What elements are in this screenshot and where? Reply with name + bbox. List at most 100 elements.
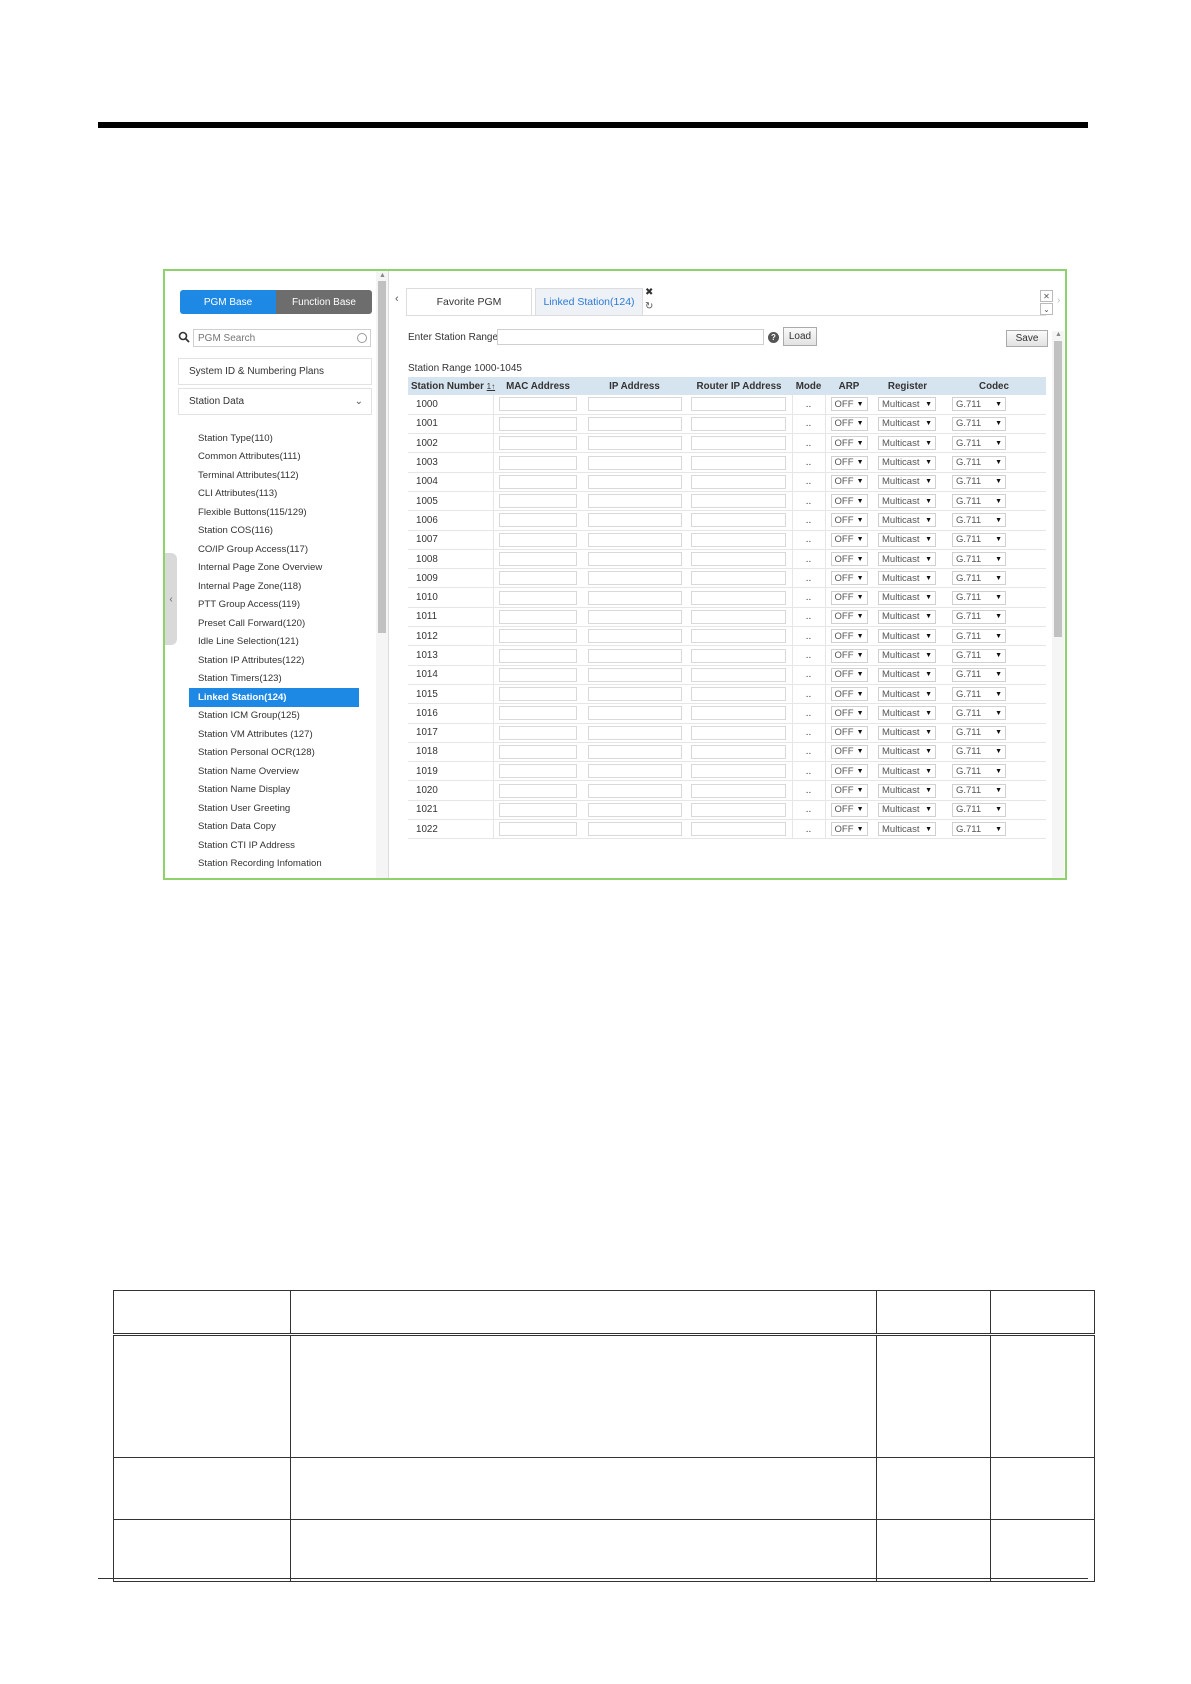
codec-select[interactable]: G.711 ▼ <box>952 416 1006 431</box>
mode-button[interactable]: .. <box>791 491 826 512</box>
ip-address-input[interactable] <box>587 552 682 567</box>
menu-system-id[interactable]: System ID & Numbering Plans <box>178 358 372 385</box>
codec-select[interactable]: G.711 ▼ <box>952 802 1006 817</box>
arp-select[interactable]: OFF ▼ <box>830 629 868 644</box>
mac-address-input[interactable] <box>499 802 578 817</box>
arp-select[interactable]: OFF ▼ <box>830 648 868 663</box>
codec-select[interactable]: G.711 ▼ <box>952 474 1006 489</box>
mac-address-input[interactable] <box>499 513 578 528</box>
sidebar-item[interactable]: Station Recording Infomation <box>181 855 377 874</box>
sidebar-item[interactable]: Station VM Attributes (127) <box>181 725 377 744</box>
codec-select[interactable]: G.711 ▼ <box>952 494 1006 509</box>
mode-button[interactable]: .. <box>791 703 826 724</box>
router-ip-address-input[interactable] <box>691 629 787 644</box>
sidebar-item[interactable]: Station COS(116) <box>181 522 377 541</box>
register-select[interactable]: Multicast ▼ <box>878 571 936 586</box>
mode-button[interactable]: .. <box>791 433 826 454</box>
arp-select[interactable]: OFF ▼ <box>830 416 868 431</box>
scroll-thumb[interactable] <box>378 281 386 633</box>
arp-select[interactable]: OFF ▼ <box>830 455 868 470</box>
codec-select[interactable]: G.711 ▼ <box>952 629 1006 644</box>
router-ip-address-input[interactable] <box>691 397 787 412</box>
sidebar-item[interactable]: Linked Station(124) <box>189 688 359 707</box>
arp-select[interactable]: OFF ▼ <box>830 552 868 567</box>
codec-select[interactable]: G.711 ▼ <box>952 397 1006 412</box>
arp-select[interactable]: OFF ▼ <box>830 590 868 605</box>
arp-select[interactable]: OFF ▼ <box>830 822 868 837</box>
codec-select[interactable]: G.711 ▼ <box>952 590 1006 605</box>
arp-select[interactable]: OFF ▼ <box>830 764 868 779</box>
ip-address-input[interactable] <box>587 474 682 489</box>
arp-select[interactable]: OFF ▼ <box>830 609 868 624</box>
sidebar-item[interactable]: Station Name Display <box>181 781 377 800</box>
mode-button[interactable]: .. <box>791 665 826 685</box>
sidebar-item[interactable]: Station CTI IP Address <box>181 836 377 855</box>
ip-address-input[interactable] <box>587 513 682 528</box>
tab-prev-icon[interactable]: ‹ <box>395 293 399 305</box>
ip-address-input[interactable] <box>587 822 682 837</box>
mode-button[interactable]: .. <box>791 723 826 743</box>
register-select[interactable]: Multicast ▼ <box>878 474 936 489</box>
router-ip-address-input[interactable] <box>691 783 787 798</box>
codec-select[interactable]: G.711 ▼ <box>952 764 1006 779</box>
ip-address-input[interactable] <box>587 725 682 740</box>
mac-address-input[interactable] <box>499 648 578 663</box>
codec-select[interactable]: G.711 ▼ <box>952 532 1006 547</box>
register-select[interactable]: Multicast ▼ <box>878 532 936 547</box>
mac-address-input[interactable] <box>499 744 578 759</box>
ip-address-input[interactable] <box>587 764 682 779</box>
arp-select[interactable]: OFF ▼ <box>830 667 868 682</box>
mac-address-input[interactable] <box>499 474 578 489</box>
mac-address-input[interactable] <box>499 436 578 451</box>
register-select[interactable]: Multicast ▼ <box>878 552 936 567</box>
codec-select[interactable]: G.711 ▼ <box>952 436 1006 451</box>
ip-address-input[interactable] <box>587 744 682 759</box>
arp-select[interactable]: OFF ▼ <box>830 725 868 740</box>
arp-select[interactable]: OFF ▼ <box>830 474 868 489</box>
router-ip-address-input[interactable] <box>691 494 787 509</box>
mode-button[interactable]: .. <box>791 819 826 840</box>
sidebar-item[interactable]: Idle Line Selection(121) <box>181 633 377 652</box>
ip-address-input[interactable] <box>587 532 682 547</box>
sidebar-item[interactable]: Preset Call Forward(120) <box>181 614 377 633</box>
sidebar-item[interactable]: Common Attributes(111) <box>181 448 377 467</box>
ip-address-input[interactable] <box>587 648 682 663</box>
arp-select[interactable]: OFF ▼ <box>830 744 868 759</box>
register-select[interactable]: Multicast ▼ <box>878 706 936 721</box>
ip-address-input[interactable] <box>587 436 682 451</box>
ip-address-input[interactable] <box>587 706 682 721</box>
mac-address-input[interactable] <box>499 783 578 798</box>
codec-select[interactable]: G.711 ▼ <box>952 571 1006 586</box>
mac-address-input[interactable] <box>499 397 578 412</box>
sidebar-item[interactable]: CLI Attributes(113) <box>181 485 377 504</box>
router-ip-address-input[interactable] <box>691 416 787 431</box>
sidebar-item[interactable]: Flexible Buttons(115/129) <box>181 503 377 522</box>
codec-select[interactable]: G.711 ▼ <box>952 783 1006 798</box>
register-select[interactable]: Multicast ▼ <box>878 609 936 624</box>
sidebar-item[interactable]: PTT Group Access(119) <box>181 596 377 615</box>
register-select[interactable]: Multicast ▼ <box>878 764 936 779</box>
mac-address-input[interactable] <box>499 667 578 682</box>
mac-address-input[interactable] <box>499 455 578 470</box>
register-select[interactable]: Multicast ▼ <box>878 416 936 431</box>
function-base-button[interactable]: Function Base <box>276 290 372 314</box>
sidebar-item[interactable]: Internal Page Zone(118) <box>181 577 377 596</box>
router-ip-address-input[interactable] <box>691 552 787 567</box>
register-select[interactable]: Multicast ▼ <box>878 744 936 759</box>
router-ip-address-input[interactable] <box>691 667 787 682</box>
arp-select[interactable]: OFF ▼ <box>830 397 868 412</box>
arp-select[interactable]: OFF ▼ <box>830 783 868 798</box>
router-ip-address-input[interactable] <box>691 802 787 817</box>
codec-select[interactable]: G.711 ▼ <box>952 822 1006 837</box>
arp-select[interactable]: OFF ▼ <box>830 532 868 547</box>
mac-address-input[interactable] <box>499 494 578 509</box>
ip-address-input[interactable] <box>587 416 682 431</box>
mode-button[interactable]: .. <box>791 780 826 801</box>
mode-button[interactable]: .. <box>791 549 826 570</box>
mac-address-input[interactable] <box>499 725 578 740</box>
router-ip-address-input[interactable] <box>691 609 787 624</box>
clear-icon[interactable] <box>357 333 367 343</box>
sidebar-item[interactable]: Station Data Copy <box>181 818 377 837</box>
codec-select[interactable]: G.711 ▼ <box>952 687 1006 702</box>
router-ip-address-input[interactable] <box>691 648 787 663</box>
